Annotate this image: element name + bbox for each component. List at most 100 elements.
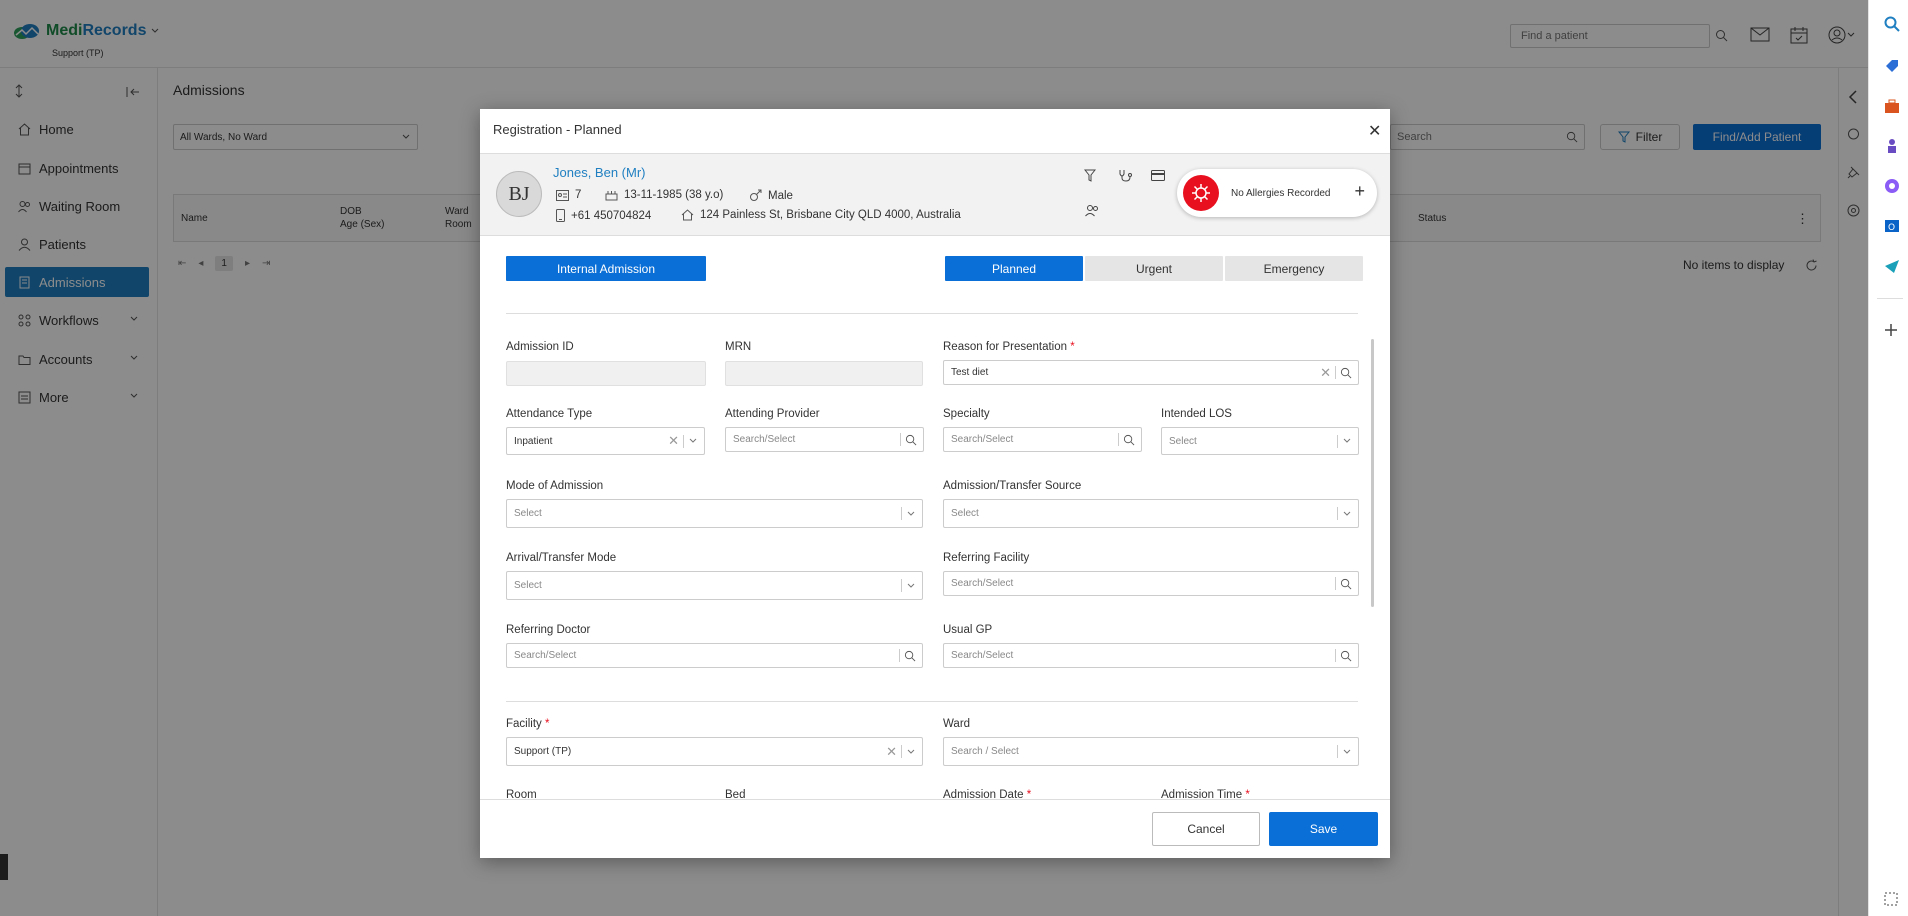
attendance-type-label: Attendance Type <box>506 408 593 420</box>
reason-label: Reason for Presentation * <box>943 341 1075 353</box>
dialog-title: Registration - Planned <box>493 122 622 137</box>
add-icon[interactable] <box>1884 323 1898 337</box>
admission-source-placeholder: Select <box>951 508 979 519</box>
reason-field[interactable]: Test diet ✕ <box>943 360 1359 385</box>
chevron-down-icon[interactable] <box>906 747 916 757</box>
ward-label: Ward <box>943 718 971 730</box>
patient-name-link[interactable]: Jones, Ben (Mr) <box>553 165 645 180</box>
section-divider <box>506 701 1358 702</box>
chess-icon[interactable] <box>1884 138 1900 154</box>
id-card-icon <box>556 189 569 201</box>
scrollbar[interactable] <box>1371 339 1374 607</box>
mode-of-admission-placeholder: Select <box>514 508 542 519</box>
search-icon[interactable] <box>904 650 916 662</box>
chevron-down-icon[interactable] <box>688 436 698 446</box>
allergy-status: No Allergies Recorded <box>1231 187 1331 199</box>
chevron-down-icon[interactable] <box>1342 747 1352 757</box>
admission-id-field <box>506 361 706 386</box>
cancel-button[interactable]: Cancel <box>1152 812 1260 846</box>
usual-gp-field[interactable]: Search/Select <box>943 643 1359 668</box>
intended-los-placeholder: Select <box>1169 435 1197 447</box>
attending-provider-label: Attending Provider <box>725 408 820 420</box>
admission-id-label: Admission ID <box>506 341 574 353</box>
chevron-down-icon[interactable] <box>1342 509 1352 519</box>
outlook-icon[interactable]: O <box>1884 218 1900 234</box>
clear-icon[interactable]: ✕ <box>1320 365 1331 381</box>
patient-dob: 13-11-1985 (38 y.o) <box>605 189 723 201</box>
attendance-type-value: Inpatient <box>514 435 553 447</box>
close-icon[interactable]: ✕ <box>1368 121 1381 141</box>
allergy-icon <box>1183 175 1219 211</box>
browser-side-rail: O <box>1868 0 1908 916</box>
add-allergy-icon[interactable]: + <box>1354 181 1365 202</box>
attendance-type-select[interactable]: Inpatient ✕ <box>506 427 705 455</box>
search-icon[interactable] <box>1340 650 1352 662</box>
referring-doctor-field[interactable]: Search/Select <box>506 643 923 668</box>
mode-of-admission-select[interactable]: Select <box>506 499 923 528</box>
facility-label: Facility * <box>506 718 550 730</box>
specialty-label: Specialty <box>943 408 990 420</box>
ward-select[interactable]: Search / Select <box>943 737 1359 766</box>
mrn-label: MRN <box>725 341 752 353</box>
chevron-down-icon[interactable] <box>906 509 916 519</box>
tag-icon[interactable] <box>1884 58 1900 74</box>
filter-icon[interactable] <box>1084 169 1096 182</box>
intended-los-select[interactable]: Select <box>1161 427 1359 455</box>
attending-provider-placeholder: Search/Select <box>733 434 796 445</box>
referring-facility-field[interactable]: Search/Select <box>943 571 1359 596</box>
priority-planned-tab[interactable]: Planned <box>945 256 1083 281</box>
send-icon[interactable] <box>1884 258 1900 274</box>
arrival-mode-placeholder: Select <box>514 580 542 591</box>
phone-icon <box>556 209 565 222</box>
toolbox-icon[interactable] <box>1884 98 1900 114</box>
stethoscope-icon[interactable] <box>1118 169 1132 182</box>
facility-select[interactable]: Support (TP) ✕ <box>506 737 923 766</box>
specialty-field[interactable]: Search/Select <box>943 427 1142 452</box>
patient-id: 7 <box>556 189 581 201</box>
internal-admission-button[interactable]: Internal Admission <box>506 256 706 281</box>
save-button[interactable]: Save <box>1269 812 1378 846</box>
admission-source-select[interactable]: Select <box>943 499 1359 528</box>
search-icon[interactable] <box>1340 578 1352 590</box>
intended-los-label: Intended LOS <box>1161 408 1232 420</box>
attending-provider-field[interactable]: Search/Select <box>725 427 924 452</box>
search-icon[interactable] <box>905 434 917 446</box>
registration-dialog: Registration - Planned ✕ BJ Jones, Ben (… <box>480 109 1390 858</box>
priority-urgent-tab[interactable]: Urgent <box>1085 256 1223 281</box>
search-icon[interactable] <box>1123 434 1135 446</box>
specialty-placeholder: Search/Select <box>951 434 1014 445</box>
patient-banner: BJ Jones, Ben (Mr) 7 13-11-1985 (38 y.o)… <box>480 153 1390 236</box>
copilot-icon[interactable] <box>1884 178 1900 194</box>
search-icon[interactable] <box>1340 367 1352 379</box>
reason-value: Test diet <box>951 367 989 378</box>
referring-doctor-label: Referring Doctor <box>506 624 591 636</box>
priority-emergency-tab[interactable]: Emergency <box>1225 256 1363 281</box>
virus-icon <box>1192 184 1210 202</box>
clear-icon[interactable]: ✕ <box>886 744 897 760</box>
patient-phone: +61 450704824 <box>556 209 651 222</box>
cake-icon <box>605 191 618 201</box>
arrival-mode-select[interactable]: Select <box>506 571 923 600</box>
usual-gp-label: Usual GP <box>943 624 993 636</box>
chevron-down-icon[interactable] <box>1342 436 1352 446</box>
avatar: BJ <box>496 171 542 217</box>
mrn-field <box>725 361 923 386</box>
contacts-icon[interactable] <box>1085 204 1099 217</box>
patient-sex: Male <box>749 189 793 202</box>
admission-source-label: Admission/Transfer Source <box>943 480 1082 492</box>
allergy-panel[interactable]: No Allergies Recorded + <box>1177 169 1377 217</box>
patient-address: 124 Painless St, Brisbane City QLD 4000,… <box>681 209 961 221</box>
arrival-mode-label: Arrival/Transfer Mode <box>506 552 617 564</box>
mode-of-admission-label: Mode of Admission <box>506 480 604 492</box>
screenshot-icon[interactable] <box>1884 892 1898 906</box>
search-icon[interactable] <box>1884 16 1900 32</box>
rail-divider <box>1877 298 1903 299</box>
home-icon <box>681 209 694 221</box>
card-icon[interactable] <box>1151 170 1165 181</box>
referring-facility-placeholder: Search/Select <box>951 578 1014 589</box>
clear-icon[interactable]: ✕ <box>668 433 679 449</box>
chevron-down-icon[interactable] <box>906 581 916 591</box>
facility-value: Support (TP) <box>514 746 572 757</box>
ward-placeholder: Search / Select <box>951 746 1019 757</box>
referring-facility-label: Referring Facility <box>943 552 1030 564</box>
